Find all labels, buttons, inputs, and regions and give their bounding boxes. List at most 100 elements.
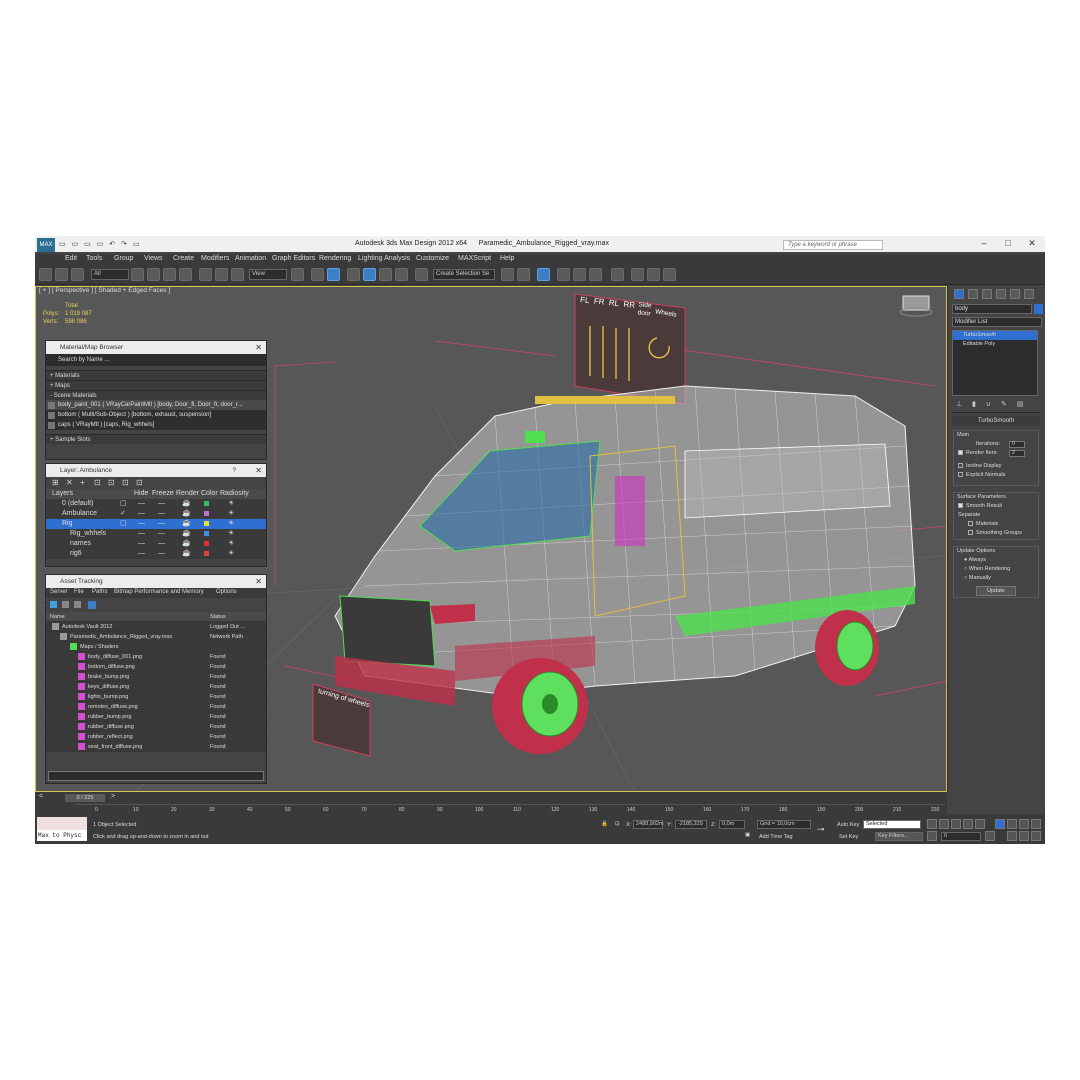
delete-layer-icon[interactable]: ✕ [66, 478, 73, 487]
minimize-icon[interactable]: – [973, 238, 995, 248]
menu-maxscript[interactable]: MAXScript [458, 255, 491, 262]
time-slider[interactable]: 0 / 225 [65, 794, 105, 802]
help-search-input[interactable]: Type a keyword or phrase [783, 240, 883, 250]
render-teapot-icon[interactable]: ☕ [182, 499, 191, 509]
isoline-checkbox[interactable] [958, 463, 963, 469]
col-layers[interactable]: Layers [52, 489, 73, 499]
modifier-list-dropdown[interactable]: Modifier List [952, 317, 1042, 327]
col-render[interactable]: Render [176, 489, 199, 499]
layer-manager-icon[interactable] [537, 268, 550, 281]
object-name-field[interactable]: body [952, 304, 1032, 314]
hide-toggle[interactable]: — [138, 519, 145, 529]
asset-tracking-header[interactable]: Asset Tracking ✕ [46, 575, 266, 588]
select-manipulate-icon[interactable] [311, 268, 324, 281]
key-filters-button[interactable]: Key Filters... [875, 832, 923, 841]
current-frame-field[interactable]: 0 [941, 832, 981, 841]
layer-active-checkbox[interactable]: ✓ [120, 509, 126, 519]
goto-end-icon[interactable] [975, 819, 985, 829]
asset-menu-file[interactable]: File [74, 589, 84, 595]
asset-row[interactable]: brake_bump.png Found [46, 672, 266, 682]
col-hide[interactable]: Hide [134, 489, 148, 499]
radiosity-icon[interactable]: ☀ [228, 509, 234, 519]
snaps-toggle-icon[interactable] [347, 268, 360, 281]
named-selection-dropdown[interactable]: Create Selection Se [433, 269, 495, 280]
asset-row[interactable]: rubber_diffuse.png Found [46, 722, 266, 732]
materials-checkbox[interactable] [968, 521, 973, 527]
material-editor-icon[interactable] [611, 268, 624, 281]
curve-editor-icon[interactable] [573, 268, 586, 281]
asset-row[interactable]: seat_front_diffuse.png Found [46, 742, 266, 752]
render-teapot-icon[interactable]: ☕ [182, 519, 191, 529]
asset-row[interactable]: rubber_bump.png Found [46, 712, 266, 722]
menu-modifiers[interactable]: Modifiers [201, 255, 229, 262]
col-color[interactable]: Color [201, 489, 218, 499]
play-icon[interactable] [951, 819, 961, 829]
scene-material-row[interactable]: caps ( VRayMtl ) [caps, Rig_whhels] [46, 420, 266, 430]
menu-help[interactable]: Help [500, 255, 514, 262]
graphite-ribbon-icon[interactable] [557, 268, 570, 281]
layer-color-swatch[interactable] [204, 551, 209, 556]
app-logo-icon[interactable]: MAX [37, 238, 55, 252]
freeze-toggle[interactable]: — [158, 529, 165, 539]
create-tab-icon[interactable] [954, 289, 964, 299]
perspective-viewport[interactable]: [ + ] [ Perspective ] [ Shaded + Edged F… [35, 286, 947, 792]
layer-color-swatch[interactable] [204, 531, 209, 536]
layer-color-swatch[interactable] [204, 541, 209, 546]
asset-menu-server[interactable]: Server [50, 589, 68, 595]
timeline[interactable]: 0 / 225 < > 0 10 20 30 40 50 60 70 80 90 100 110 120… [35, 792, 947, 814]
smooth-result-checkbox[interactable] [958, 503, 963, 509]
selection-filter-dropdown[interactable]: All [91, 269, 129, 280]
keyboard-shortcut-icon[interactable] [327, 268, 340, 281]
layer-color-swatch[interactable] [204, 501, 209, 506]
menu-create[interactable]: Create [173, 255, 194, 262]
pan-icon[interactable] [1019, 831, 1029, 841]
rollout-scene-materials[interactable]: - Scene Materials [46, 390, 266, 400]
orbit-icon[interactable] [1031, 831, 1041, 841]
render-iters-checkbox[interactable] [958, 450, 963, 456]
col-status[interactable]: Status [210, 612, 226, 622]
menu-tools[interactable]: Tools [86, 255, 102, 262]
goto-start-icon[interactable] [927, 819, 937, 829]
scene-material-row[interactable]: body_paint_001 ( VRayCarPaintMtl ) [body… [46, 400, 266, 410]
field-of-view-icon[interactable] [1007, 831, 1017, 841]
radiosity-icon[interactable]: ☀ [228, 499, 234, 509]
radiosity-icon[interactable]: ☀ [228, 549, 234, 559]
pivot-center-icon[interactable] [291, 268, 304, 281]
set-key-icon[interactable]: ⊸ [817, 824, 825, 835]
maxscript-line[interactable]: Max to Physc [37, 830, 87, 841]
set-key-button[interactable]: Set Key [839, 834, 858, 840]
close-icon[interactable]: ✕ [255, 575, 262, 588]
render-setup-icon[interactable] [631, 268, 644, 281]
asset-row[interactable]: rubber_reflect.png Found [46, 732, 266, 742]
checkin-icon[interactable] [74, 601, 81, 608]
prev-key-icon[interactable] [939, 819, 949, 829]
next-key-icon[interactable] [963, 819, 973, 829]
radiosity-icon[interactable]: ☀ [228, 539, 234, 549]
z-coord-field[interactable]: 0,0m [719, 820, 745, 829]
layer-row[interactable]: Rig_whhels — — ☕ ☀ [46, 529, 266, 539]
render-teapot-icon[interactable]: ☕ [182, 549, 191, 559]
layer-row[interactable]: names — — ☕ ☀ [46, 539, 266, 549]
radiosity-icon[interactable]: ☀ [228, 519, 234, 529]
absolute-mode-icon[interactable]: ⊡ [615, 821, 620, 827]
menu-lighting-analysis[interactable]: Lighting Analysis [358, 255, 410, 262]
move-icon[interactable] [199, 268, 212, 281]
close-icon[interactable]: ✕ [1021, 238, 1043, 249]
zoom-extents-icon[interactable] [1019, 819, 1029, 829]
window-crossing-icon[interactable] [179, 268, 192, 281]
layer-active-checkbox[interactable]: ▢ [120, 499, 127, 509]
angle-snap-icon[interactable] [363, 268, 376, 281]
menu-rendering[interactable]: Rendering [319, 255, 351, 262]
radiosity-icon[interactable]: ☀ [228, 529, 234, 539]
hide-all-icon[interactable]: ⊡ [122, 478, 129, 487]
asset-menu-paths[interactable]: Paths [92, 589, 107, 595]
rollout-materials[interactable]: + Materials [46, 370, 266, 380]
hide-toggle[interactable]: — [138, 549, 145, 559]
y-coord-field[interactable]: -2185,229 [675, 820, 707, 829]
explicit-normals-checkbox[interactable] [958, 472, 963, 478]
rotate-icon[interactable] [215, 268, 228, 281]
hide-toggle[interactable]: — [138, 509, 145, 519]
select-by-name-icon[interactable] [147, 268, 160, 281]
next-frame-icon[interactable]: > [111, 793, 115, 800]
render-production-icon[interactable] [663, 268, 676, 281]
